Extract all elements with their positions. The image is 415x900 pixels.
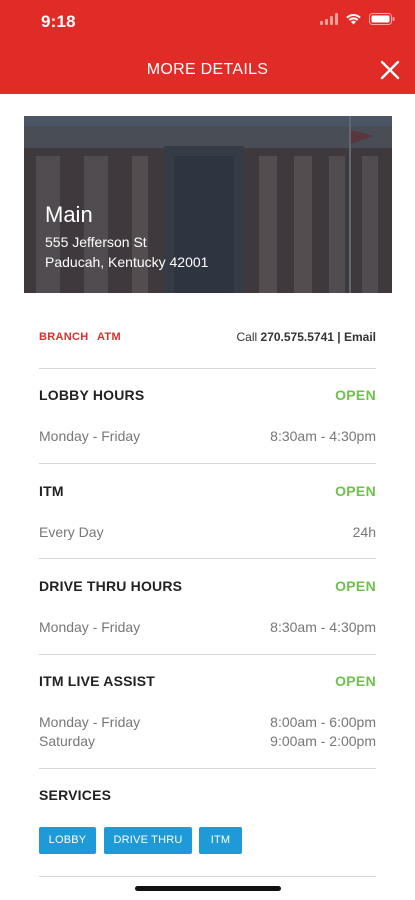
divider: [39, 768, 376, 769]
live-assist-hours-saturday: 9:00am - 2:00pm: [270, 733, 376, 749]
branch-address-line2: Paducah, Kentucky 42001: [45, 254, 209, 270]
contact-separator: |: [337, 330, 341, 344]
drive-thru-days: Monday - Friday: [39, 619, 141, 635]
status-open-itm-live-assist: OPEN: [335, 673, 376, 689]
home-indicator[interactable]: [135, 886, 281, 891]
itm-days: Every Day: [39, 524, 104, 540]
branch-address-line1: 555 Jefferson St: [45, 234, 147, 250]
contact-line: Call 270.575.5741 | Email: [237, 330, 376, 344]
service-chip-lobby[interactable]: LOBBY: [39, 827, 96, 854]
header-bar: 9:18 MORE DETAILS: [0, 0, 415, 94]
service-chip-drive-thru[interactable]: DRIVE THRU: [104, 827, 192, 854]
signal-icon: [320, 13, 338, 25]
divider: [39, 463, 376, 464]
tag-atm[interactable]: ATM: [97, 331, 121, 343]
status-open-drive-thru: OPEN: [335, 578, 376, 594]
section-title-itm-live-assist: ITM LIVE ASSIST: [39, 673, 156, 689]
live-assist-days-weekday: Monday - Friday: [39, 714, 141, 730]
call-label: Call: [236, 330, 258, 344]
lobby-days: Monday - Friday: [39, 428, 141, 444]
status-icons: [320, 13, 395, 25]
lobby-hours: 8:30am - 4:30pm: [270, 428, 376, 444]
divider: [39, 654, 376, 655]
itm-hours: 24h: [352, 524, 376, 540]
section-title-itm: ITM: [39, 483, 64, 499]
service-chip-itm[interactable]: ITM: [199, 827, 242, 854]
live-assist-hours-weekday: 8:00am - 6:00pm: [270, 714, 376, 730]
email-link[interactable]: Email: [344, 330, 376, 344]
wifi-icon: [346, 14, 361, 25]
drive-thru-hours: 8:30am - 4:30pm: [270, 619, 376, 635]
close-icon[interactable]: [379, 59, 401, 81]
section-title-lobby-hours: LOBBY HOURS: [39, 387, 145, 403]
branch-name: Main: [45, 202, 93, 227]
page-title: MORE DETAILS: [146, 61, 269, 78]
status-time: 9:18: [41, 12, 76, 31]
section-title-services: SERVICES: [39, 787, 112, 803]
divider: [39, 876, 376, 877]
battery-icon: [369, 13, 395, 25]
divider: [39, 558, 376, 559]
status-open-lobby: OPEN: [335, 387, 376, 403]
tag-branch[interactable]: BRANCH: [39, 331, 88, 343]
phone-link[interactable]: 270.575.5741: [261, 330, 334, 344]
status-open-itm: OPEN: [335, 483, 376, 499]
divider: [39, 368, 376, 369]
section-title-drive-thru-hours: DRIVE THRU HOURS: [39, 578, 183, 594]
live-assist-days-saturday: Saturday: [39, 733, 96, 749]
branch-photo: Main 555 Jefferson St Paducah, Kentucky …: [24, 116, 392, 293]
